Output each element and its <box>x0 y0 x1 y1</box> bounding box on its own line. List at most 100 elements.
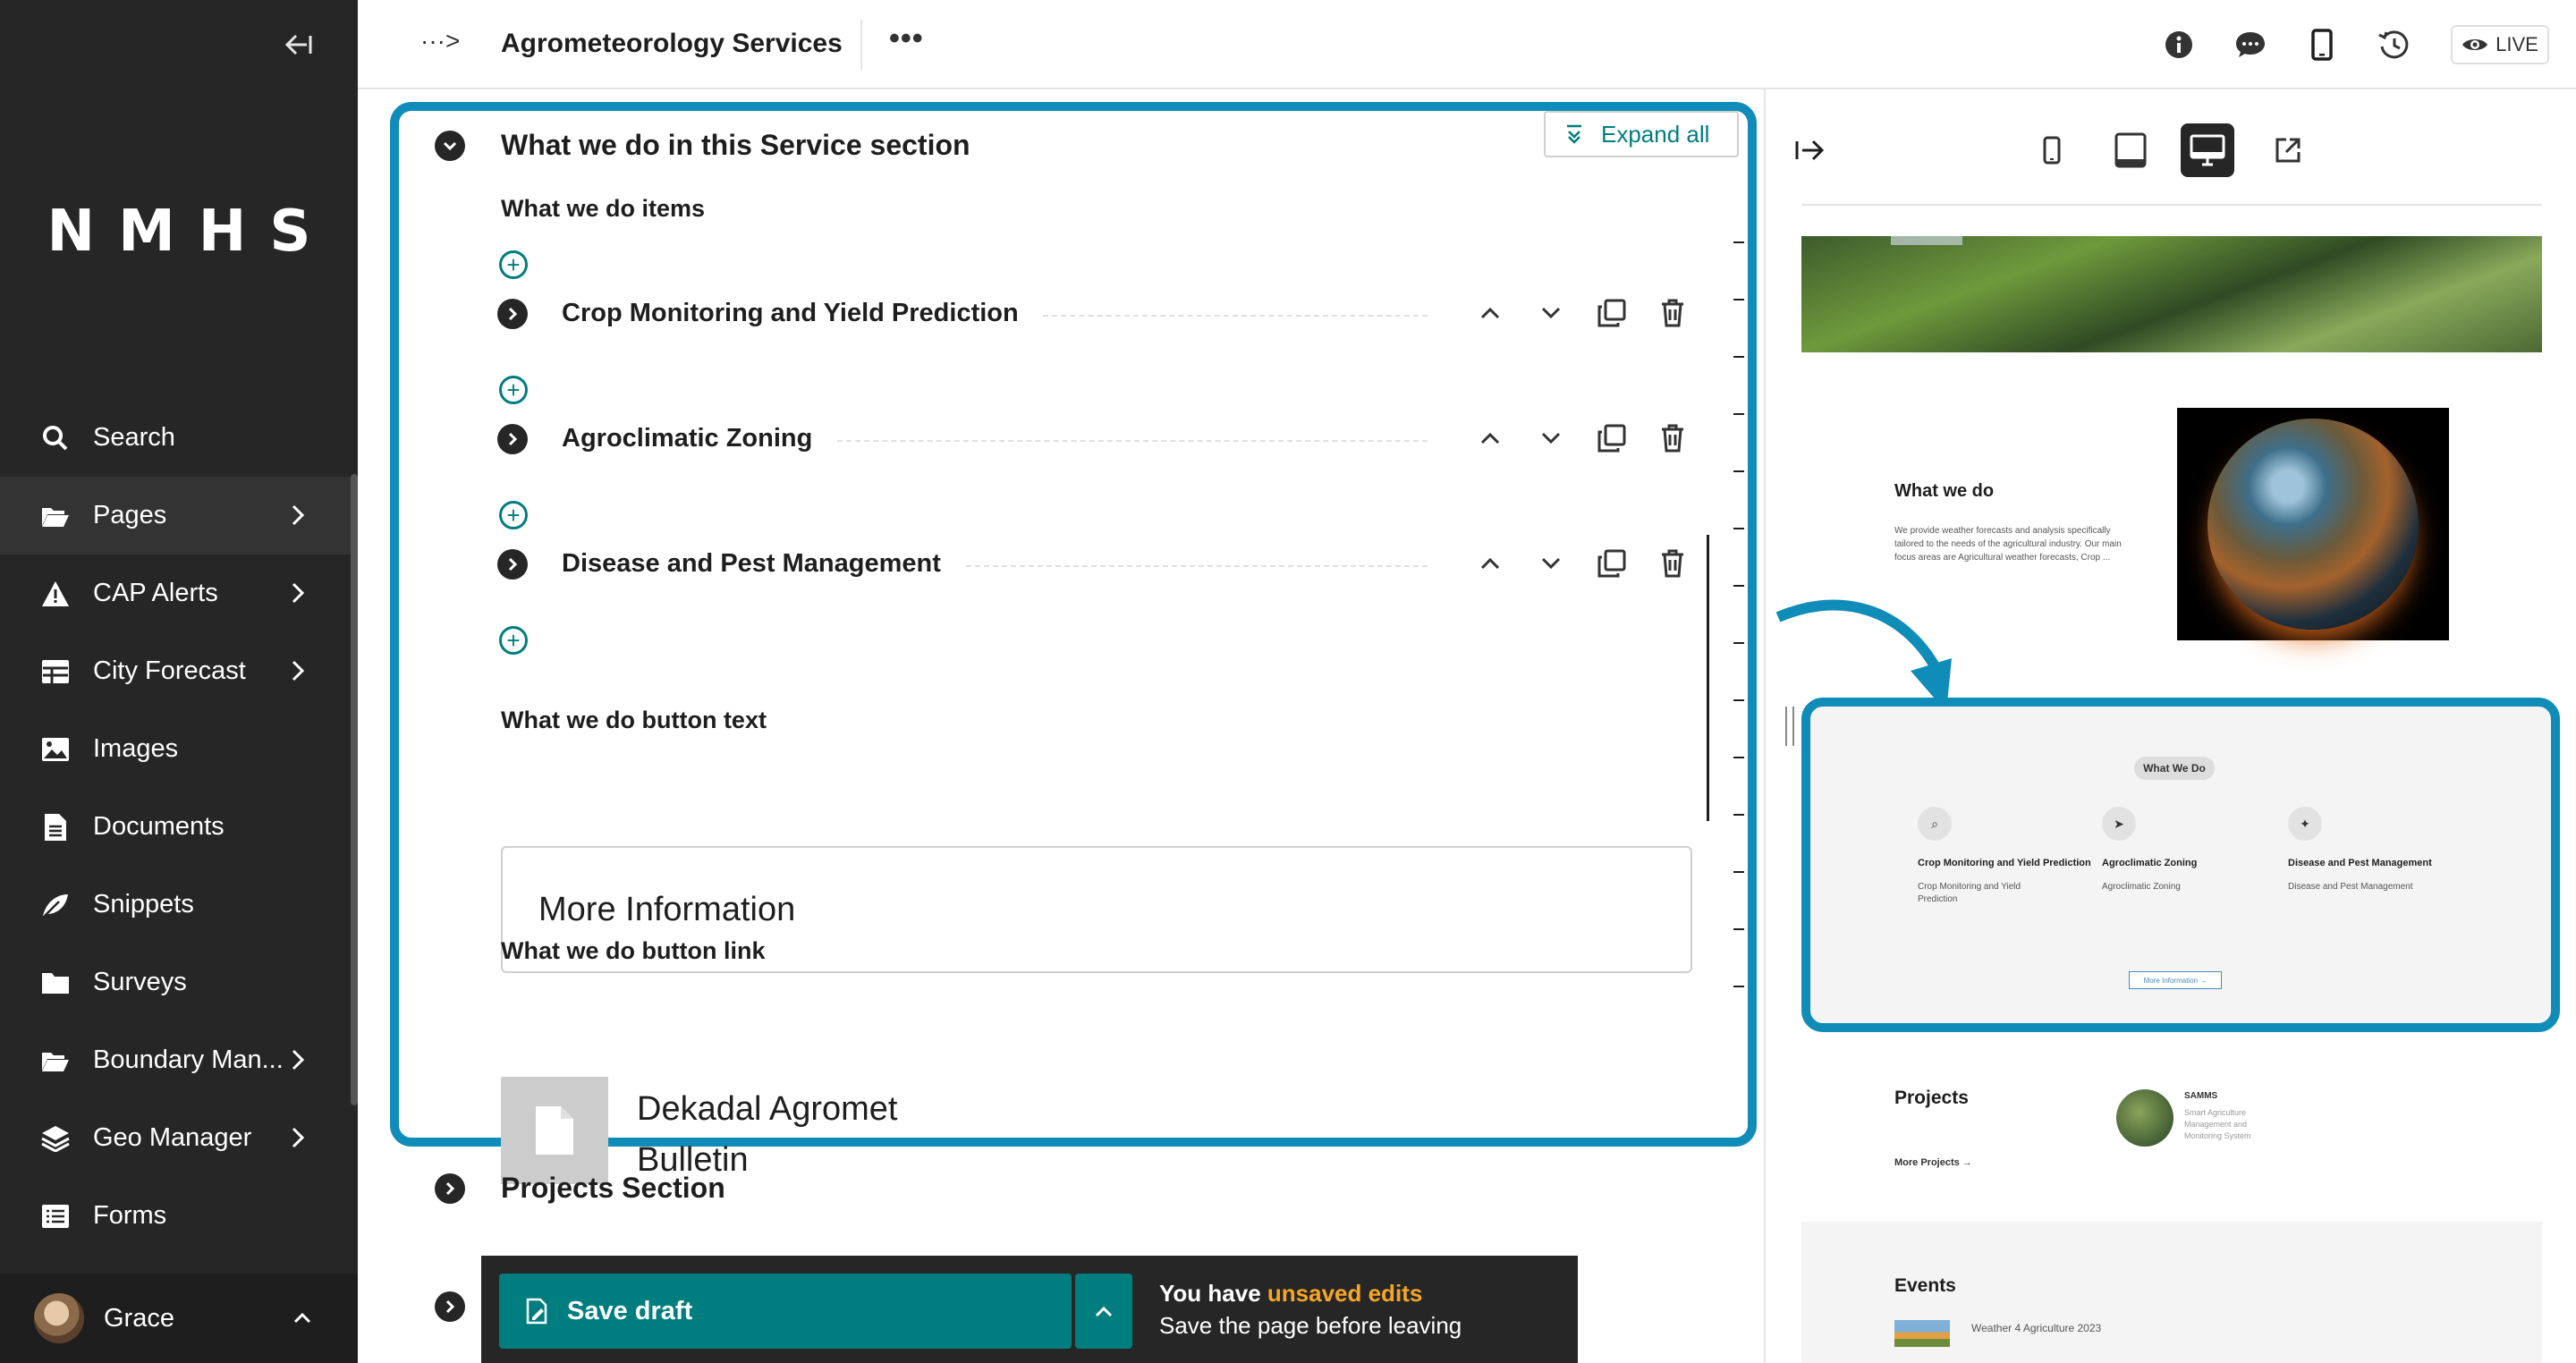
close-preview-icon[interactable] <box>1784 123 1837 177</box>
sidebar-item-pages[interactable]: Pages <box>0 477 358 555</box>
sidebar-item-cap-alerts[interactable]: CAP Alerts <box>0 555 358 632</box>
folder-open-icon <box>39 500 72 532</box>
sidebar-item-geo-manager[interactable]: Geo Manager <box>0 1099 358 1177</box>
preview-resize-handle[interactable] <box>1785 707 1794 746</box>
preview-earth-image <box>2177 408 2449 640</box>
comments-icon[interactable] <box>2233 27 2268 63</box>
add-item-button[interactable]: + <box>499 626 528 655</box>
sidebar-item-label: Surveys <box>93 968 187 996</box>
desktop-size-icon[interactable] <box>2181 123 2234 177</box>
chevron-right-icon <box>292 660 305 682</box>
minimap-scroll-indicator <box>1707 535 1709 821</box>
sidebar-item-images[interactable]: Images <box>0 710 358 788</box>
projects-section-toggle[interactable] <box>435 1173 465 1204</box>
section-collapse-toggle[interactable] <box>435 131 465 161</box>
save-bar: Save draft You have unsaved edits Save t… <box>481 1256 1578 1363</box>
open-external-icon[interactable] <box>2261 123 2315 177</box>
move-down-icon[interactable] <box>1535 547 1567 580</box>
sidebar-item-forms[interactable]: Forms <box>0 1177 358 1255</box>
sidebar-item-surveys[interactable]: Surveys <box>0 944 358 1021</box>
preview-more-info-button[interactable]: More Information → <box>2129 971 2222 989</box>
document-title-line1: Dekadal Agromet <box>637 1090 898 1128</box>
duplicate-icon[interactable] <box>1596 547 1628 580</box>
item-expand-toggle[interactable] <box>497 299 528 329</box>
sidebar-item-label: Boundary Man... <box>93 1046 284 1074</box>
preview-card-desc: Crop Monitoring and Yield Prediction <box>1918 882 2021 904</box>
sidebar-item-boundary-manager[interactable]: Boundary Man... <box>0 1021 358 1099</box>
info-icon[interactable] <box>2161 27 2197 63</box>
sidebar-item-snippets[interactable]: Snippets <box>0 866 358 944</box>
list-item: Disease and Pest Management <box>497 547 1687 583</box>
site-logo[interactable]: NMHS <box>0 199 358 265</box>
chevron-right-icon <box>292 1049 305 1071</box>
more-actions-button[interactable]: ••• <box>889 21 924 56</box>
move-up-icon[interactable] <box>1474 422 1506 454</box>
sidebar-item-label: CAP Alerts <box>93 579 218 607</box>
page-header: ···> Agrometeorology Services ••• LIVE <box>358 0 2576 89</box>
sidebar-scrollbar[interactable] <box>351 474 358 1105</box>
projects-section-title: Projects Section <box>501 1172 725 1204</box>
item-expand-toggle[interactable] <box>497 424 528 454</box>
preview-hero-image <box>1801 236 2542 352</box>
sidebar-item-city-forecast[interactable]: City Forecast <box>0 632 358 710</box>
preview-card-title: Agroclimatic Zoning <box>2102 858 2198 868</box>
tablet-size-icon[interactable] <box>2104 123 2157 177</box>
earth-globe <box>2207 419 2419 630</box>
live-status-badge[interactable]: LIVE <box>2451 25 2549 64</box>
item-title[interactable]: Crop Monitoring and Yield Prediction <box>562 299 1019 328</box>
move-up-icon[interactable] <box>1474 547 1506 580</box>
save-draft-label: Save draft <box>567 1296 693 1325</box>
button-link-label: What we do button link <box>501 937 766 964</box>
collapse-sidebar-icon[interactable] <box>281 27 317 63</box>
document-title: Dekadal Agromet Bulletin <box>637 1084 995 1186</box>
add-item-button[interactable]: + <box>499 376 528 404</box>
history-icon[interactable] <box>2376 27 2411 63</box>
item-actions <box>1474 297 1689 329</box>
sidebar: NMHS Search Pages CAP Alerts City Foreca… <box>0 0 358 1363</box>
delete-icon[interactable] <box>1657 297 1689 329</box>
sidebar-item-label: Documents <box>93 812 225 841</box>
item-divider <box>966 565 1428 567</box>
sidebar-item-documents[interactable]: Documents <box>0 788 358 866</box>
add-item-button[interactable]: + <box>499 501 528 529</box>
sidebar-item-label: Geo Manager <box>93 1123 252 1152</box>
delete-icon[interactable] <box>1657 547 1689 580</box>
move-down-icon[interactable] <box>1535 422 1567 454</box>
save-draft-button[interactable]: Save draft <box>499 1274 1072 1349</box>
item-title[interactable]: Agroclimatic Zoning <box>562 424 812 453</box>
preview-card-column: ⌕ Crop Monitoring and Yield Prediction C… <box>1918 807 2097 906</box>
preview-more-projects-link[interactable]: More Projects → <box>1894 1157 1972 1168</box>
document-icon <box>39 811 72 843</box>
document-icon <box>501 1077 608 1184</box>
mobile-size-icon[interactable] <box>2025 123 2079 177</box>
chevron-down-icon <box>443 141 457 151</box>
block-minimap[interactable] <box>1707 241 1751 1046</box>
header-divider <box>860 20 862 70</box>
folder-open-icon <box>39 1045 72 1077</box>
move-up-icon[interactable] <box>1474 297 1506 329</box>
section-title: What we do in this Service section <box>501 129 970 161</box>
chevron-right-icon <box>508 307 518 321</box>
sidebar-item-search[interactable]: Search <box>0 399 358 477</box>
item-title[interactable]: Disease and Pest Management <box>562 549 941 579</box>
item-divider <box>837 440 1428 442</box>
sidebar-item-label: Pages <box>93 501 167 529</box>
image-icon <box>39 733 72 766</box>
add-item-button[interactable]: + <box>499 250 528 279</box>
duplicate-icon[interactable] <box>1596 297 1628 329</box>
user-name: Grace <box>104 1303 174 1333</box>
save-options-toggle[interactable] <box>1075 1274 1132 1349</box>
delete-icon[interactable] <box>1657 422 1689 454</box>
msg-line2: Save the page before leaving <box>1159 1312 1462 1339</box>
preview-project-name: SAMMS <box>2184 1091 2218 1101</box>
user-account-menu[interactable]: Grace <box>0 1274 358 1363</box>
duplicate-icon[interactable] <box>1596 422 1628 454</box>
mobile-preview-icon[interactable] <box>2304 27 2340 63</box>
next-section-toggle[interactable] <box>435 1291 465 1322</box>
item-expand-toggle[interactable] <box>497 549 528 580</box>
avatar <box>34 1293 84 1343</box>
breadcrumb-toggle[interactable]: ···> <box>420 27 460 55</box>
move-down-icon[interactable] <box>1535 297 1567 329</box>
preview-events-section: Events Weather 4 Agriculture 2023 <box>1801 1222 2542 1363</box>
expand-all-button[interactable]: Expand all <box>1544 111 1739 157</box>
